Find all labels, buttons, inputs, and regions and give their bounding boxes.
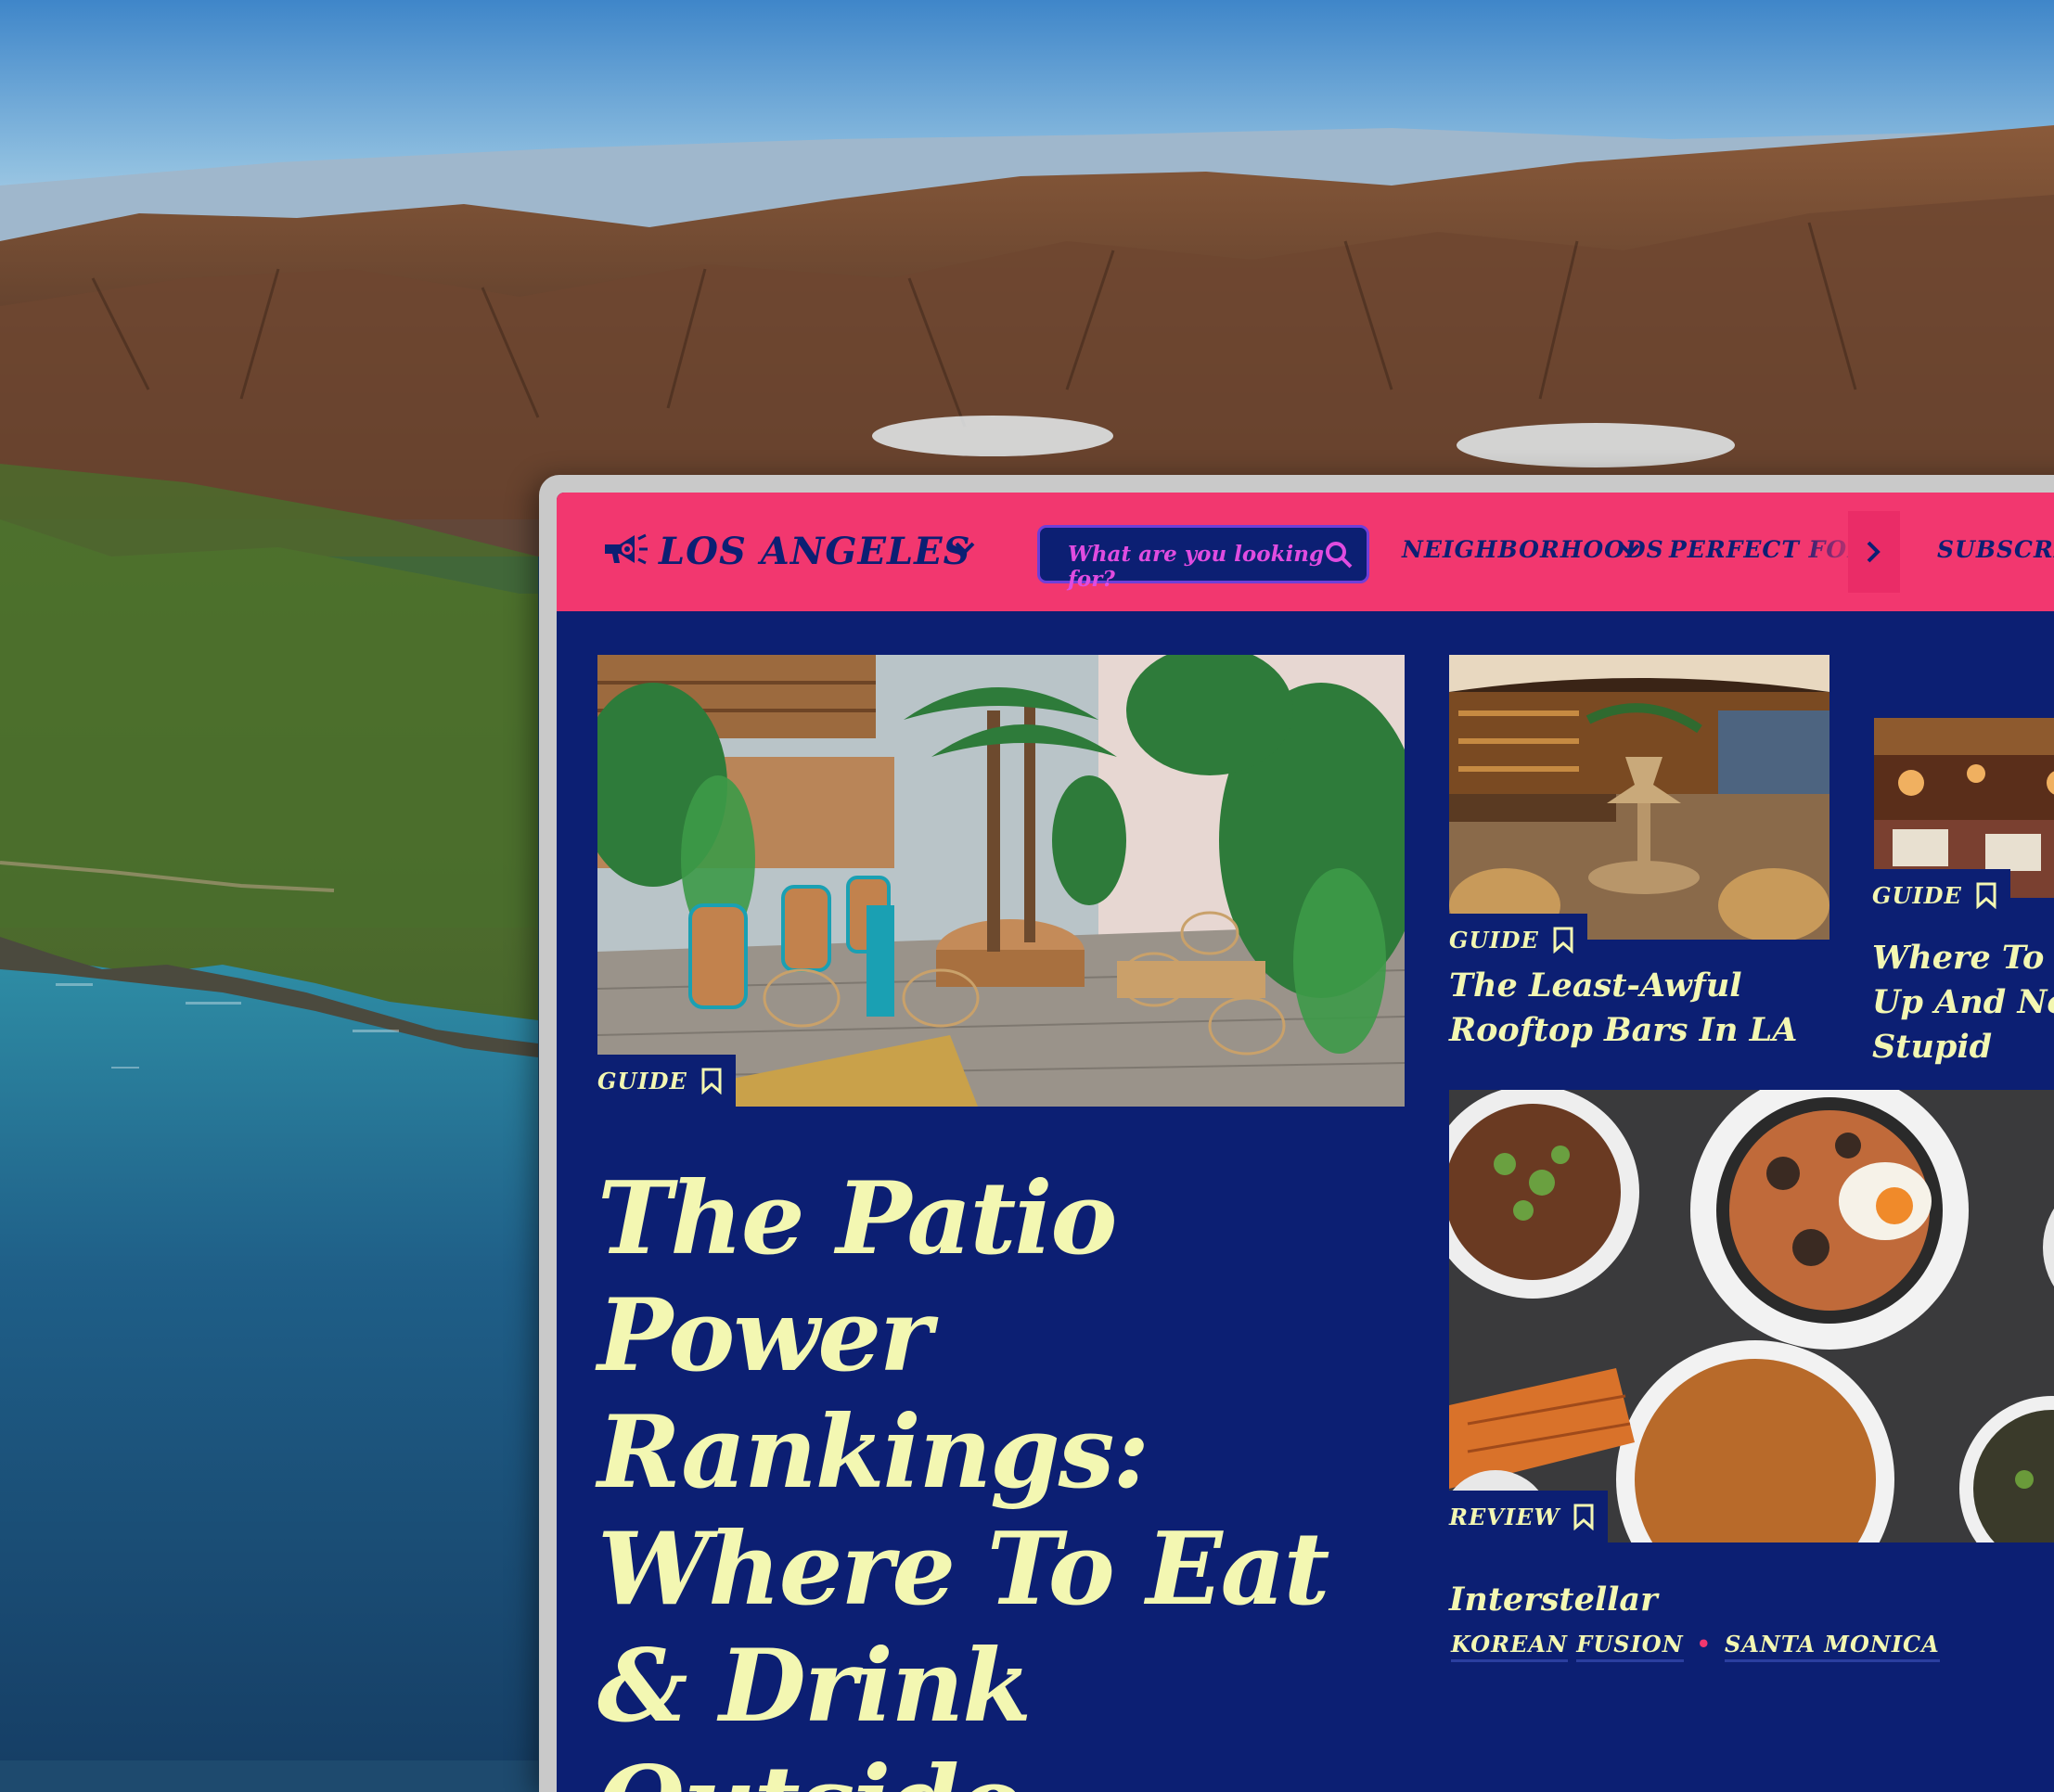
chevron-down-icon[interactable] — [954, 541, 976, 556]
site-header: LOS ANGELES What are you looking for? NE… — [557, 493, 2054, 611]
tag-label: REVIEW — [1449, 1503, 1560, 1530]
web-page: LOS ANGELES What are you looking for? NE… — [557, 493, 2054, 1792]
cuisine-tag-fusion[interactable]: FUSION — [1576, 1631, 1684, 1662]
megaphone-logo-icon[interactable] — [599, 531, 649, 569]
nav-scroll-next-button[interactable] — [1848, 511, 1900, 593]
search-input[interactable]: What are you looking for? — [1037, 525, 1369, 592]
cuisine-tag-korean[interactable]: KOREAN — [1451, 1631, 1568, 1662]
bookmark-icon[interactable] — [1975, 881, 1997, 909]
interstellar-title[interactable]: Interstellar — [1449, 1578, 1658, 1622]
browser-window: LOS ANGELES What are you looking for? NE… — [539, 475, 2054, 1792]
neighborhood-tag-santa-monica[interactable]: SANTA MONICA — [1725, 1631, 1940, 1662]
featured-guide-tag: GUIDE — [597, 1055, 736, 1107]
nav-item-subscribe[interactable]: SUBSCRIB — [1937, 536, 2054, 563]
chevron-right-icon — [1867, 541, 1881, 563]
search-placeholder: What are you looking for? — [1068, 542, 1325, 592]
dress-up-title[interactable]: Where To Dr Up And Not l Stupid — [1872, 936, 2054, 1069]
rooftop-guide-tag: GUIDE — [1449, 914, 1587, 966]
separator-dot: • — [1696, 1631, 1712, 1658]
search-icon[interactable] — [1324, 540, 1354, 570]
interstellar-review-tag: REVIEW — [1449, 1491, 1609, 1542]
bookmark-icon[interactable] — [1573, 1503, 1595, 1530]
interstellar-labels: KOREAN FUSION • SANTA MONICA — [1451, 1631, 1940, 1662]
rooftop-bars-image[interactable] — [1449, 655, 1829, 940]
tag-label: GUIDE — [1872, 881, 1962, 909]
chevron-down-icon[interactable] — [1619, 543, 1641, 557]
featured-article-image[interactable] — [597, 655, 1405, 1107]
tag-label: GUIDE — [597, 1067, 687, 1094]
rooftop-bars-title[interactable]: The Least-Awful Rooftop Bars In LA — [1449, 964, 1857, 1053]
bookmark-icon[interactable] — [1552, 926, 1574, 954]
dress-up-guide-tag: GUIDE — [1872, 869, 2010, 921]
featured-article-title[interactable]: The Patio Power Rankings: Where To Eat &… — [597, 1160, 1414, 1792]
tag-label: GUIDE — [1449, 926, 1539, 954]
interstellar-image[interactable] — [1449, 1090, 2054, 1542]
city-selector-label[interactable]: LOS ANGELES — [659, 530, 971, 573]
bookmark-icon[interactable] — [700, 1067, 723, 1094]
